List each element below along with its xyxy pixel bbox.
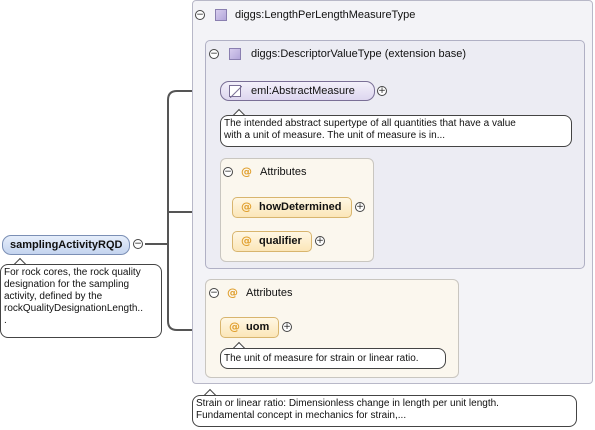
diagonal-icon [229,85,243,99]
doc-line: Strain or linear ratio: Dimensionless ch… [196,398,499,409]
doc-line: The intended abstract supertype of all q… [224,118,516,129]
abstract-measure-label: eml:AbstractMeasure [251,85,355,97]
collapse-outer-type-icon[interactable]: − [195,10,205,20]
attribute-label: howDetermined [259,201,342,213]
attribute-label: uom [246,321,270,333]
outer-type-name: diggs:LengthPerLengthMeasureType [235,9,416,21]
own-attributes-title: Attributes [246,287,293,299]
doc-line: with a unit of measure. The unit of meas… [224,130,446,141]
complex-type-icon [215,9,227,21]
base-type-icon [229,48,241,60]
doc-line: rockQualityDesignationLength.. [4,303,143,314]
expand-how-determined-icon[interactable]: + [355,202,365,212]
collapse-base-attributes-icon[interactable]: − [223,167,233,177]
uom-doc: The unit of measure for strain or linear… [220,348,446,369]
doc-line: activity, defined by the [4,291,103,302]
doc-line: For rock cores, the rock quality [4,267,141,278]
attribute-label: qualifier [259,235,302,247]
outer-type-doc: Strain or linear ratio: Dimensionless ch… [192,395,577,427]
root-element-sampling-activity-rqd[interactable]: samplingActivityRQD [2,235,131,255]
abstract-element-icon [229,85,243,99]
abstract-measure-doc: The intended abstract supertype of all q… [220,115,572,147]
attributes-icon: @ [227,286,238,299]
abstract-measure-element[interactable]: eml:AbstractMeasure [220,81,375,101]
root-element-doc: For rock cores, the rock quality designa… [0,264,162,338]
base-type-name: diggs:DescriptorValueType (extension bas… [251,48,467,60]
attribute-qualifier[interactable]: @ qualifier [232,231,312,252]
attribute-uom[interactable]: @ uom [220,317,279,338]
collapse-root-element-icon[interactable]: − [133,239,143,249]
doc-line: The unit of measure for strain or linear… [224,353,419,364]
attribute-icon: @ [229,320,240,333]
doc-line: designation for the sampling [4,279,130,290]
collapse-own-attributes-icon[interactable]: − [209,288,219,298]
doc-line: Fundamental concept in mechanics for str… [196,410,407,421]
attribute-icon: @ [241,234,252,247]
doc-line: . [4,315,7,326]
collapse-base-type-icon[interactable]: − [209,49,219,59]
attributes-icon: @ [241,165,252,178]
expand-abstract-measure-icon[interactable]: + [377,86,387,96]
expand-uom-icon[interactable]: + [282,322,292,332]
expand-qualifier-icon[interactable]: + [315,236,325,246]
base-attributes-title: Attributes [260,166,307,178]
attribute-how-determined[interactable]: @ howDetermined [232,197,352,218]
attribute-icon: @ [241,200,252,213]
